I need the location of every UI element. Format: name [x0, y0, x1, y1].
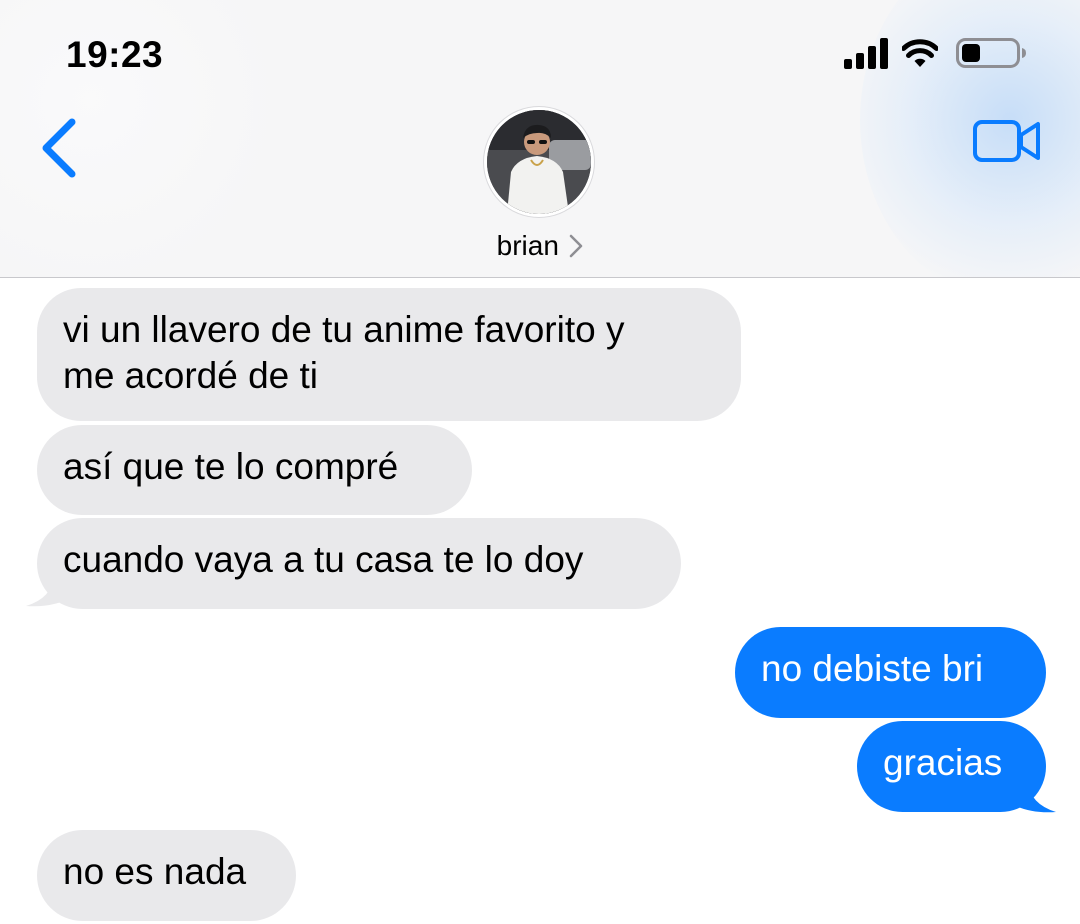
- message-text: no es nada: [63, 851, 247, 892]
- message-line: me acordé de ti: [63, 355, 319, 396]
- battery-icon: [956, 38, 1026, 68]
- message-text: así que te lo compré: [63, 446, 399, 487]
- header-divider: [0, 277, 1080, 278]
- message-text: no debiste bri: [761, 648, 984, 689]
- status-time: 19:23: [66, 34, 164, 75]
- message-bubble-incoming[interactable]: así que te lo compré: [37, 425, 472, 515]
- avatar[interactable]: [484, 107, 594, 217]
- signal-bars-icon: [844, 38, 888, 69]
- chevron-right-icon[interactable]: [569, 234, 583, 258]
- message-line: vi un llavero de tu anime favorito y: [63, 309, 625, 350]
- message-text: cuando vaya a tu casa te lo doy: [63, 539, 584, 580]
- message-text: gracias: [883, 742, 1003, 783]
- message-bubble-incoming[interactable]: cuando vaya a tu casa te lo doy: [37, 518, 681, 609]
- video-camera-icon[interactable]: [972, 118, 1042, 164]
- wifi-icon: [902, 39, 938, 67]
- message-bubble-outgoing[interactable]: no debiste bri: [735, 627, 1046, 718]
- avatar-photo: [487, 110, 591, 214]
- message-bubble-incoming[interactable]: no es nada: [37, 830, 296, 921]
- contact-name-row[interactable]: brian: [0, 230, 1080, 262]
- chevron-left-icon[interactable]: [34, 114, 84, 184]
- message-bubble-incoming[interactable]: vi un llavero de tu anime favorito y me …: [37, 288, 741, 421]
- contact-name[interactable]: brian: [497, 230, 559, 262]
- status-icons: [844, 36, 1034, 70]
- message-bubble-outgoing[interactable]: gracias: [857, 721, 1046, 812]
